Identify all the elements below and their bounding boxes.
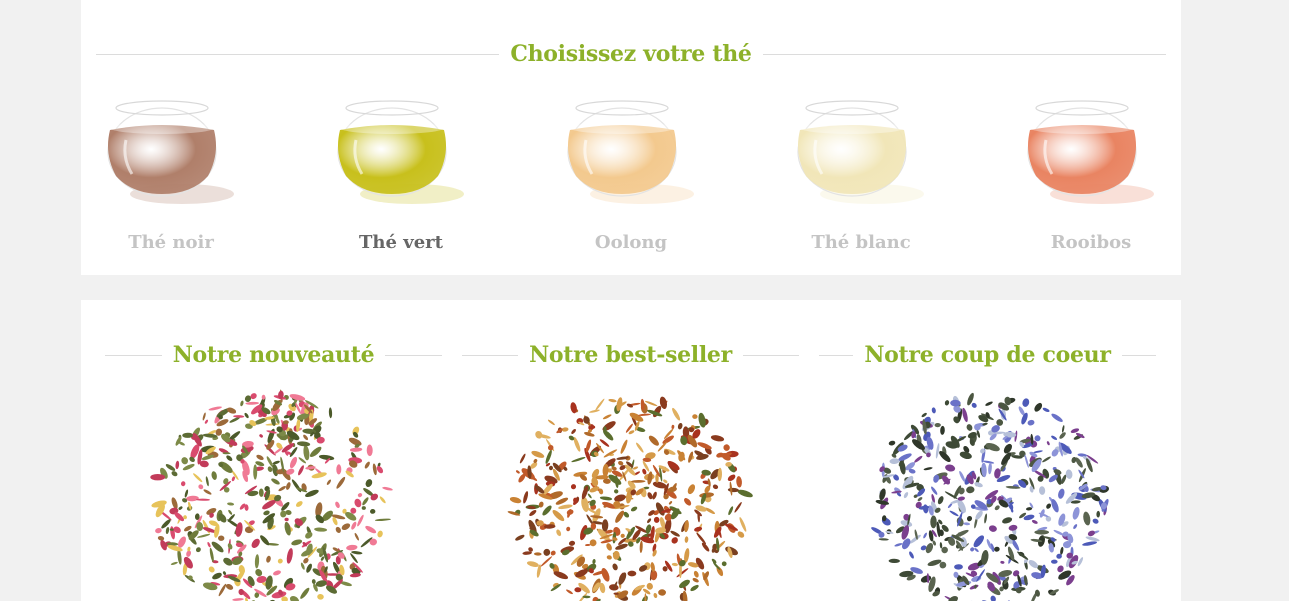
fruit-infusion-blend-image[interactable] xyxy=(487,385,773,601)
tea-option-rooibos[interactable]: Rooibos xyxy=(1001,232,1181,253)
featured-heading-new: Notre nouveauté xyxy=(105,342,443,368)
heading-rule-right xyxy=(762,53,1167,55)
green-tea-cup-icon[interactable] xyxy=(334,92,474,212)
tea-type-panel: Choisissez votre thé Thé noir Thé vert O… xyxy=(81,0,1181,275)
featured-heading-bestseller: Notre best-seller xyxy=(462,342,799,368)
heading-rule-left xyxy=(462,354,519,356)
featured-title-bestseller: Notre best-seller xyxy=(529,342,732,368)
heading-rule-right xyxy=(385,354,443,356)
black-tea-cup-icon[interactable] xyxy=(104,92,244,212)
featured-heading-favorite: Notre coup de coeur xyxy=(819,342,1157,368)
heading-rule-right xyxy=(742,354,799,356)
tea-option-white[interactable]: Thé blanc xyxy=(771,232,951,253)
featured-teas-panel: Notre nouveauté Notre best-seller Notre … xyxy=(81,300,1181,601)
heading-rule-left xyxy=(819,354,854,356)
heading-rule-left xyxy=(96,53,500,55)
choose-tea-heading: Choisissez votre thé xyxy=(96,41,1167,67)
oolong-tea-cup-icon[interactable] xyxy=(564,92,704,212)
heading-rule-right xyxy=(1121,354,1157,356)
choose-tea-title: Choisissez votre thé xyxy=(510,41,752,67)
green-tea-rose-blend-image[interactable] xyxy=(129,385,415,601)
tea-option-black[interactable]: Thé noir xyxy=(81,232,261,253)
tea-option-oolong[interactable]: Oolong xyxy=(541,232,721,253)
rooibos-tea-cup-icon[interactable] xyxy=(1024,92,1164,212)
black-tea-cornflower-blend-image[interactable] xyxy=(845,385,1131,601)
featured-title-favorite: Notre coup de coeur xyxy=(864,342,1111,368)
tea-option-green[interactable]: Thé vert xyxy=(311,232,491,253)
white-tea-cup-icon[interactable] xyxy=(794,92,934,212)
heading-rule-left xyxy=(105,354,162,356)
featured-title-new: Notre nouveauté xyxy=(172,342,375,368)
